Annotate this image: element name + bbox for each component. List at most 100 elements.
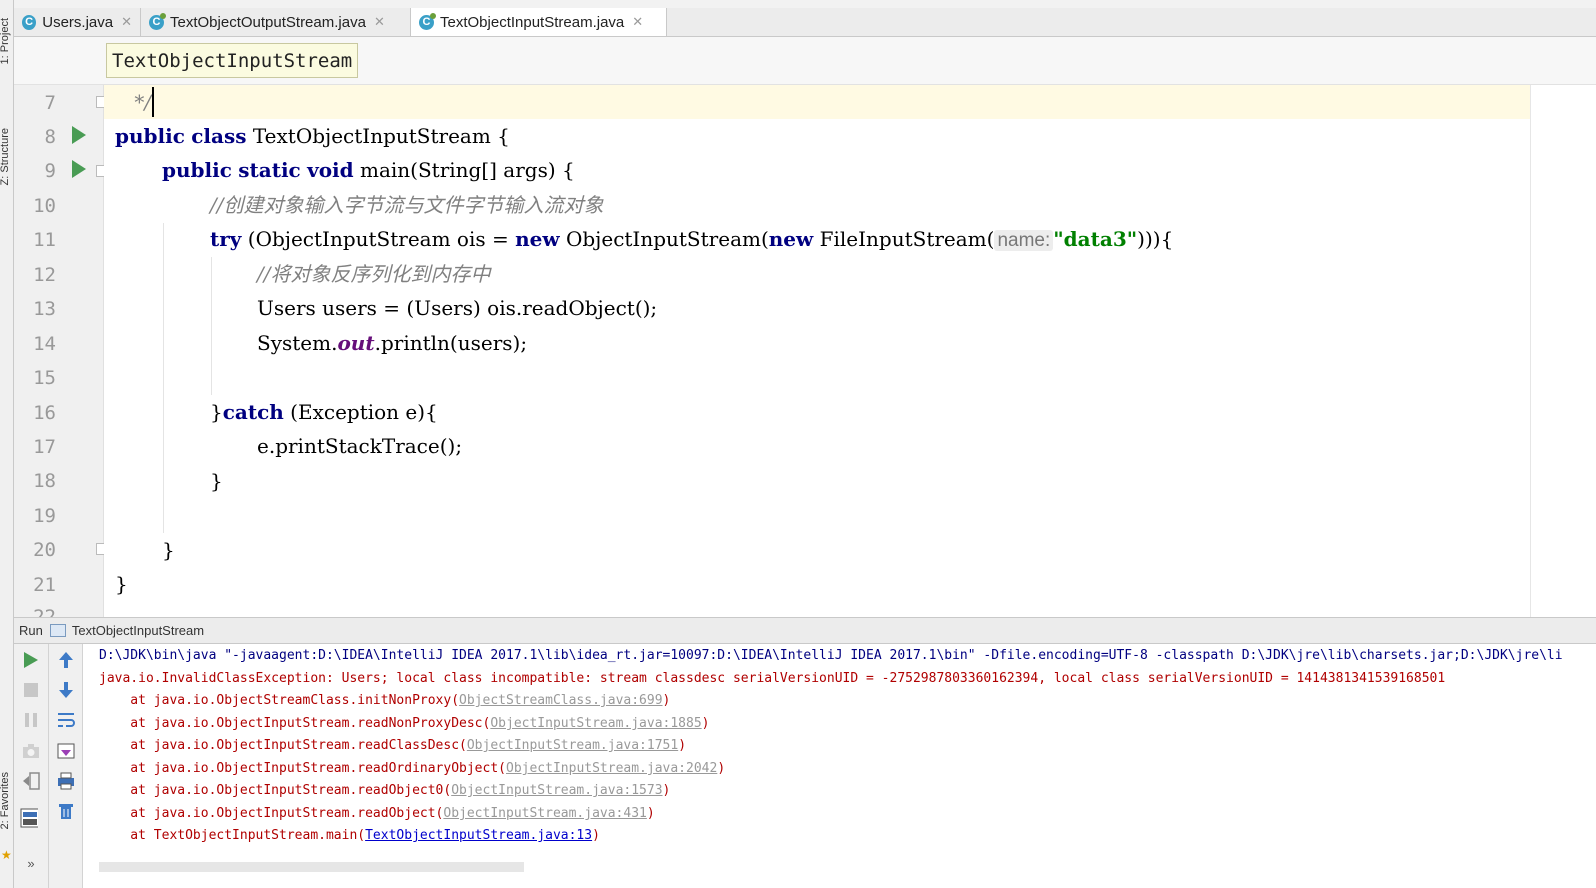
line-number: 9	[44, 160, 56, 182]
run-toolbar-right	[49, 644, 83, 888]
tab-text-object-input-stream[interactable]: C TextObjectInputStream.java ✕	[411, 8, 667, 36]
source-link[interactable]: ObjectInputStream.java:1573	[451, 783, 662, 798]
line-number: 8	[44, 126, 56, 148]
code-text: (ObjectInputStream ois =	[241, 227, 516, 251]
keyword: class	[191, 124, 247, 148]
trace-text: at TextObjectInputStream.main(	[99, 828, 366, 843]
console-horizontal-scrollbar[interactable]	[99, 862, 524, 872]
line-number: 16	[33, 402, 56, 424]
close-icon[interactable]: ✕	[374, 14, 385, 30]
run-label: Run	[19, 623, 43, 638]
stack-trace-line: at java.io.ObjectInputStream.readClassDe…	[99, 735, 686, 757]
expand-more-icon[interactable]: »	[22, 854, 40, 872]
trace-text: )	[717, 761, 726, 776]
source-link[interactable]: ObjectStreamClass.java:699	[459, 693, 663, 708]
code-line-17: e.printStackTrace();	[104, 429, 1530, 463]
close-icon[interactable]: ✕	[121, 14, 132, 30]
code-text: (Exception e){	[283, 400, 438, 424]
stack-trace-line: at TextObjectInputStream.main(TextObject…	[99, 825, 600, 847]
trace-text: )	[701, 716, 710, 731]
trash-icon[interactable]	[57, 802, 75, 820]
favorites-tool-tab[interactable]: 2: Favorites	[0, 772, 13, 829]
trace-text: )	[662, 783, 671, 798]
console-exception-line: java.io.InvalidClassException: Users; lo…	[99, 671, 1446, 686]
code-line-9: public static void main(String[] args) {	[104, 153, 1530, 187]
code-text: ))){	[1137, 227, 1174, 251]
string-literal: "data3"	[1053, 227, 1138, 251]
code-text: ObjectInputStream(	[559, 227, 769, 251]
trace-text: at java.io.ObjectStreamClass.initNonProx…	[99, 693, 460, 708]
code-text: TextObjectInputStream {	[246, 124, 510, 148]
print-icon[interactable]	[57, 772, 75, 790]
star-icon: ★	[1, 848, 12, 862]
keyword: new	[515, 227, 560, 251]
console-output[interactable]: D:\JDK\bin\java "-javaagent:D:\IDEA\Inte…	[84, 644, 1596, 888]
line-number: 22	[33, 606, 56, 617]
code-line-16: }catch (Exception e){	[104, 395, 1530, 429]
source-link[interactable]: ObjectInputStream.java:1885	[490, 716, 701, 731]
left-tool-strip: 1: Project Z: Structure 2: Favorites ★	[0, 0, 14, 888]
java-class-icon: C	[22, 14, 37, 30]
code-text: System.	[257, 331, 338, 355]
tab-label: TextObjectOutputStream.java	[170, 13, 366, 31]
code-editor[interactable]: */ public class TextObjectInputStream { …	[104, 85, 1530, 617]
structure-tool-tab[interactable]: Z: Structure	[0, 128, 13, 185]
static-field: out	[337, 331, 375, 355]
run-toolbar-left: »	[14, 644, 49, 888]
code-text: }	[162, 538, 175, 562]
stop-icon[interactable]	[22, 681, 40, 699]
layout-icon[interactable]	[20, 808, 38, 828]
editor-gutter: 7 8 9 10 11 12 13 14 15 16 17 18 19 20 2…	[14, 85, 110, 617]
down-arrow-icon[interactable]	[57, 681, 75, 699]
tab-label: TextObjectInputStream.java	[440, 13, 625, 31]
source-link[interactable]: ObjectInputStream.java:1751	[467, 738, 678, 753]
stack-trace-line: at java.io.ObjectInputStream.readNonProx…	[99, 713, 710, 735]
run-panel-header: Run TextObjectInputStream	[14, 617, 1596, 644]
text-caret	[152, 87, 154, 117]
code-line-14: System.out.println(users);	[104, 326, 1530, 360]
line-number: 18	[33, 470, 56, 492]
console-command-line: D:\JDK\bin\java "-javaagent:D:\IDEA\Inte…	[99, 648, 1563, 663]
keyword: public	[162, 158, 232, 182]
exit-icon[interactable]	[22, 772, 40, 790]
tab-users-java[interactable]: C Users.java ✕	[14, 8, 141, 36]
keyword: new	[768, 227, 814, 251]
run-class-icon[interactable]	[72, 126, 86, 144]
code-text: Users users = (Users) ois.readObject();	[257, 296, 658, 320]
rerun-icon[interactable]	[22, 651, 40, 669]
trace-text: )	[662, 693, 671, 708]
close-icon[interactable]: ✕	[632, 14, 643, 30]
code-line-12: //将对象反序列化到内存中	[104, 257, 1530, 291]
up-arrow-icon[interactable]	[57, 651, 75, 669]
line-number: 11	[33, 229, 56, 251]
line-number: 13	[33, 298, 56, 320]
camera-icon[interactable]	[22, 742, 40, 760]
stack-trace-line: at java.io.ObjectStreamClass.initNonProx…	[99, 690, 670, 712]
code-text: }	[210, 469, 223, 493]
run-config-tab[interactable]: TextObjectInputStream	[72, 623, 204, 638]
scroll-to-end-icon[interactable]	[57, 742, 75, 760]
project-tool-tab[interactable]: 1: Project	[0, 18, 13, 64]
code-line-7: */	[104, 85, 1530, 119]
keyword: static	[238, 158, 301, 182]
keyword: public	[115, 124, 185, 148]
tab-text-object-output-stream[interactable]: C TextObjectOutputStream.java ✕	[141, 8, 411, 36]
line-number: 20	[33, 539, 56, 561]
code-line-11: try (ObjectInputStream ois = new ObjectI…	[104, 222, 1530, 256]
code-text: FileInputStream(	[813, 227, 995, 251]
stack-trace-line: at java.io.ObjectInputStream.readOrdinar…	[99, 758, 725, 780]
code-text: }	[210, 400, 223, 424]
line-number: 17	[33, 436, 56, 458]
run-main-icon[interactable]	[72, 160, 86, 178]
editor-scrollbar-area[interactable]	[1531, 85, 1596, 617]
soft-wrap-icon[interactable]	[57, 711, 75, 729]
tab-label: Users.java	[42, 13, 114, 31]
line-number: 21	[33, 574, 56, 596]
comment-text: //创建对象输入字节流与文件字节输入流对象	[210, 193, 604, 217]
source-link[interactable]: ObjectInputStream.java:2042	[506, 761, 717, 776]
editor-tab-bar: C Users.java ✕ C TextObjectOutputStream.…	[14, 8, 1596, 37]
pause-icon[interactable]	[22, 711, 40, 729]
line-number: 19	[33, 505, 56, 527]
source-link[interactable]: ObjectInputStream.java:431	[443, 806, 647, 821]
source-link[interactable]: TextObjectInputStream.java:13	[365, 828, 592, 843]
